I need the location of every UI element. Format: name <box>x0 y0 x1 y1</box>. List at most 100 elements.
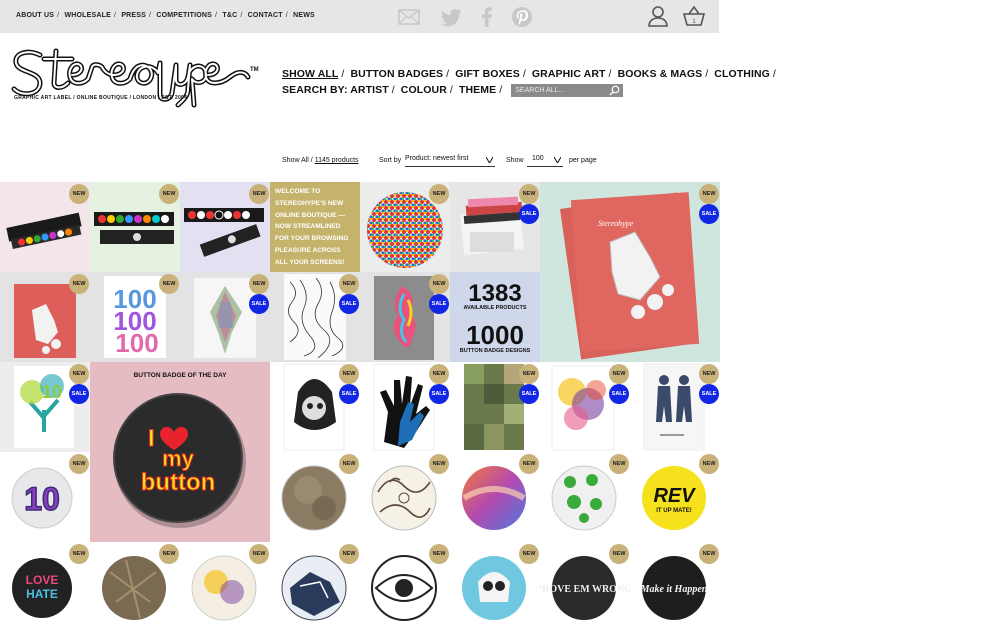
designs-number: 1000 <box>466 320 524 350</box>
sort-label: Sort by <box>379 157 402 164</box>
per-page-select[interactable]: 100 <box>527 155 563 167</box>
nav-clothing[interactable]: CLOTHING <box>714 68 770 80</box>
top-bar: ABOUT US / WHOLESALE / PRESS / COMPETITIONS… <box>0 0 719 33</box>
nav-show-all[interactable]: SHOW ALL <box>282 68 338 80</box>
product-tile[interactable]: NEW <box>0 182 90 272</box>
brand-tagline: GRAPHIC ART LABEL / ONLINE BOUTIQUE / LO… <box>14 95 188 101</box>
new-badge: NEW <box>609 544 629 564</box>
product-tile[interactable]: NEW <box>360 182 450 272</box>
product-tile[interactable]: NEW SALE <box>450 182 540 272</box>
products-number: 1383 <box>468 280 522 307</box>
sort-select[interactable]: Product: newest first <box>405 155 495 167</box>
account-icon[interactable] <box>647 5 669 27</box>
search-box <box>511 83 624 97</box>
product-tile[interactable]: PROVE EM WRONG NEW <box>540 542 630 632</box>
cart-icon[interactable]: 1 <box>682 5 706 27</box>
product-tile[interactable]: NEW <box>540 452 630 542</box>
product-tile[interactable]: NEW <box>180 182 270 272</box>
link-competitions[interactable]: COMPETITIONS <box>156 12 212 19</box>
link-about-us[interactable]: ABOUT US <box>16 12 54 19</box>
new-badge: NEW <box>69 454 89 474</box>
per-page-label: per page <box>569 157 597 164</box>
new-badge: NEW <box>429 274 449 294</box>
product-tile[interactable]: NEW <box>270 542 360 632</box>
product-tile[interactable]: NEW SALE <box>360 272 450 362</box>
product-tile[interactable]: NEW <box>90 542 180 632</box>
new-badge: NEW <box>699 364 719 384</box>
product-tile[interactable]: NEW <box>270 452 360 542</box>
product-tile[interactable]: NEW <box>0 272 90 362</box>
nav-gift-boxes[interactable]: GIFT BOXES <box>455 68 520 80</box>
sale-badge: SALE <box>429 294 449 314</box>
new-badge: NEW <box>699 454 719 474</box>
sale-badge: SALE <box>249 294 269 314</box>
product-tile[interactable]: NEW <box>450 542 540 632</box>
new-badge: NEW <box>339 454 359 474</box>
link-press[interactable]: PRESS <box>121 12 146 19</box>
sale-badge: SALE <box>339 294 359 314</box>
new-badge: NEW <box>699 184 719 204</box>
product-tile[interactable]: NEW SALE <box>450 362 540 452</box>
badge-text-love: LOVE <box>26 573 59 587</box>
new-badge: NEW <box>69 544 89 564</box>
nav-theme[interactable]: THEME <box>459 84 496 96</box>
nav-artist[interactable]: ARTIST <box>350 84 389 96</box>
product-tile[interactable]: NEW <box>360 542 450 632</box>
new-badge: NEW <box>609 454 629 474</box>
badge-text-rev: REV <box>653 485 696 507</box>
new-badge: NEW <box>159 274 179 294</box>
product-tile[interactable]: NEW SALE <box>180 272 270 362</box>
products-label: AVAILABLE PRODUCTS <box>463 305 527 311</box>
new-badge: NEW <box>519 454 539 474</box>
facebook-icon[interactable] <box>476 6 498 28</box>
new-badge: NEW <box>249 274 269 294</box>
product-tile[interactable]: 100 100 100 NEW <box>90 272 180 362</box>
mail-icon[interactable] <box>398 6 420 28</box>
search-input[interactable] <box>511 83 612 97</box>
stereohype-logo[interactable]: TM <box>10 45 260 111</box>
product-tile[interactable]: NEW SALE <box>270 362 360 452</box>
badge-text-prove: PROVE EM WRONG <box>540 584 630 595</box>
new-badge: NEW <box>69 274 89 294</box>
product-tile[interactable]: NEW SALE <box>630 362 720 452</box>
sale-badge: SALE <box>339 384 359 404</box>
featured-product-tile[interactable]: Stereohype NEW SALE <box>540 182 720 362</box>
product-tile[interactable]: NEW SALE <box>360 362 450 452</box>
product-count[interactable]: 1145 products <box>315 157 359 164</box>
link-news[interactable]: NEWS <box>293 12 315 19</box>
search-icon[interactable] <box>609 85 620 96</box>
svg-text:Stereohype: Stereohype <box>598 219 634 228</box>
main-nav: SHOW ALL / BUTTON BADGES / GIFT BOXES / GRA… <box>282 66 779 98</box>
nav-button-badges[interactable]: BUTTON BADGES <box>350 68 443 80</box>
product-tile[interactable]: NEW <box>90 182 180 272</box>
product-tile[interactable]: 10 NEW SALE <box>0 362 90 452</box>
product-tile[interactable]: NEW <box>180 542 270 632</box>
product-tile[interactable]: NEW SALE <box>270 272 360 362</box>
new-badge: NEW <box>159 544 179 564</box>
new-badge: NEW <box>249 544 269 564</box>
nav-graphic-art[interactable]: GRAPHIC ART <box>532 68 606 80</box>
chevron-down-icon <box>486 157 493 163</box>
product-tile[interactable]: NEW <box>450 452 540 542</box>
twitter-icon[interactable] <box>440 6 462 28</box>
product-tile[interactable]: NEW <box>360 452 450 542</box>
show-all-label: Show All / <box>282 157 313 164</box>
link-tandc[interactable]: T&C <box>222 12 237 19</box>
link-wholesale[interactable]: WHOLESALE <box>64 12 111 19</box>
nav-colour[interactable]: COLOUR <box>401 84 447 96</box>
sale-badge: SALE <box>609 384 629 404</box>
badge-of-the-day-tile[interactable]: BUTTON BADGE OF THE DAY I my button <box>90 362 270 542</box>
product-tile[interactable]: LOVE HATE NEW <box>0 542 90 632</box>
link-contact[interactable]: CONTACT <box>248 12 283 19</box>
svg-text:TM: TM <box>250 67 259 73</box>
product-tile[interactable]: 10 NEW <box>0 452 90 542</box>
badge-of-day-title: BUTTON BADGE OF THE DAY <box>133 372 227 379</box>
new-badge: NEW <box>69 364 89 384</box>
pinterest-icon[interactable] <box>511 6 533 28</box>
welcome-message: WELCOME TO STEREOHYPE'S NEW ONLINE BOUTI… <box>270 182 360 272</box>
product-tile[interactable]: REV IT UP MATE! NEW <box>630 452 720 542</box>
product-tile[interactable]: Make it Happen NEW <box>630 542 720 632</box>
new-badge: NEW <box>339 274 359 294</box>
nav-books-mags[interactable]: BOOKS & MAGS <box>618 68 703 80</box>
product-tile[interactable]: NEW SALE <box>540 362 630 452</box>
